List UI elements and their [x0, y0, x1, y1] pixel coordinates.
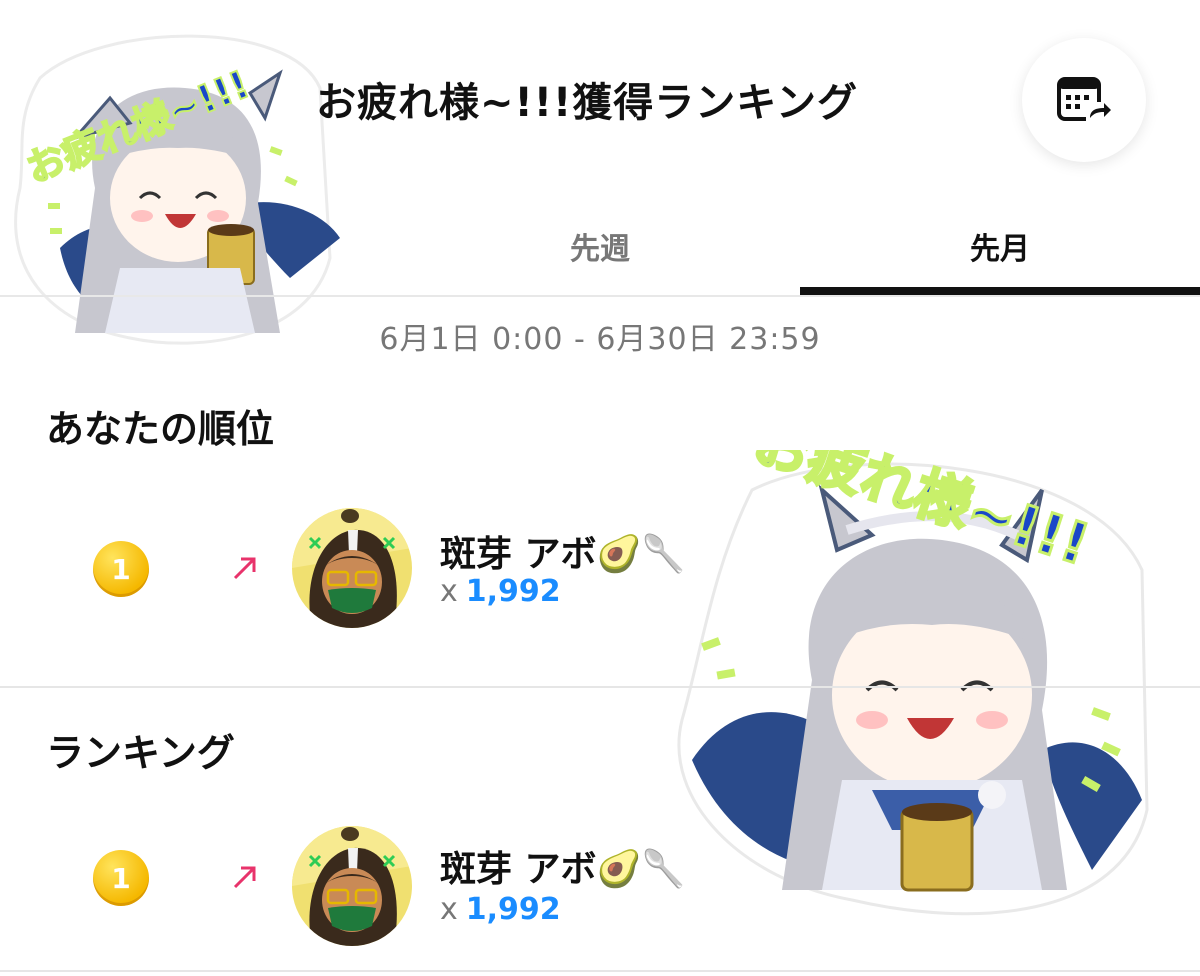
- tab-last-month[interactable]: 先月: [800, 198, 1200, 294]
- user-name[interactable]: 斑芽 アボ🥑🥄: [440, 525, 686, 577]
- rank-number: 1: [111, 552, 131, 586]
- calendar-share-icon: [1057, 77, 1111, 122]
- ranking-section-title: ランキング: [46, 731, 235, 775]
- rank-badge: 1: [93, 850, 149, 906]
- count-value: 1,992: [465, 892, 561, 927]
- user-count: x 1,992: [440, 892, 561, 927]
- count-prefix: x: [440, 574, 458, 609]
- count-value: 1,992: [465, 574, 561, 609]
- avatar[interactable]: [292, 508, 412, 628]
- row-divider: [0, 970, 1200, 972]
- page-title: お疲れ様~!!!獲得ランキング: [316, 80, 859, 126]
- sticker-otsukaresama-large: お疲れ様~!!!: [672, 407, 1152, 930]
- avatar[interactable]: [292, 826, 412, 946]
- rank-badge: 1: [93, 541, 149, 597]
- user-name[interactable]: 斑芽 アボ🥑🥄: [440, 840, 686, 892]
- sticker-otsukaresama-small: お疲れ様~!!!: [0, 18, 340, 348]
- date-range: 6月1日 0:00 - 6月30日 23:59: [379, 322, 821, 357]
- count-prefix: x: [440, 892, 458, 927]
- section-divider: [0, 686, 1200, 688]
- trend-up-icon: [233, 557, 256, 580]
- trend-up-icon: [233, 866, 256, 889]
- user-count: x 1,992: [440, 574, 561, 609]
- tab-divider: [0, 295, 1200, 297]
- calendar-share-button[interactable]: [1022, 38, 1146, 162]
- my-rank-section-title: あなたの順位: [46, 407, 275, 451]
- tab-last-week[interactable]: 先週: [400, 198, 800, 294]
- rank-number: 1: [111, 861, 131, 895]
